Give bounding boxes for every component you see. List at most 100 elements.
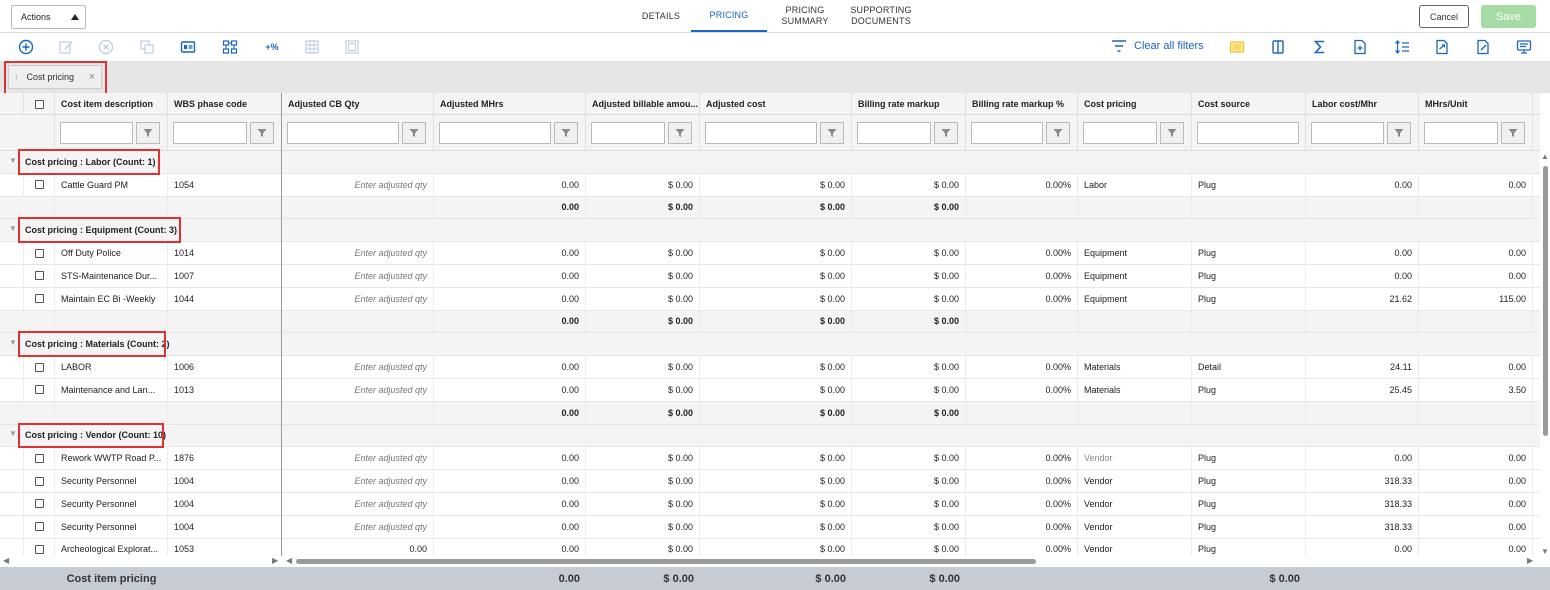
sort-list-icon[interactable] xyxy=(1394,39,1410,55)
vertical-scrollbar[interactable]: ▲ ▼ xyxy=(1540,152,1550,556)
clear-all-filters-button[interactable]: Clear all filters xyxy=(1111,39,1204,53)
filter-funnel-icon[interactable] xyxy=(1387,122,1411,144)
scroll-left-main-icon[interactable]: ◀ xyxy=(286,556,292,565)
column-header-wbs-phase-code[interactable]: WBS phase code xyxy=(168,93,282,115)
row-checkbox[interactable] xyxy=(34,180,44,190)
row-checkbox[interactable] xyxy=(34,453,44,463)
card-view-icon[interactable] xyxy=(180,39,196,55)
cell-adjusted-cb-qty[interactable]: Enter adjusted qty xyxy=(282,447,434,470)
filter-funnel-icon[interactable] xyxy=(554,122,578,144)
collapse-triangle-icon[interactable]: ▼ xyxy=(9,429,17,438)
add-document-icon[interactable] xyxy=(1352,39,1368,55)
close-icon[interactable]: × xyxy=(89,71,95,83)
column-header-billing-rate-markup[interactable]: Billing rate markup xyxy=(852,93,966,115)
filter-funnel-icon[interactable] xyxy=(250,122,274,144)
filter-funnel-icon[interactable] xyxy=(1160,122,1184,144)
column-header-billing-rate-markup[interactable]: Billing rate markup % xyxy=(966,93,1078,115)
row-checkbox[interactable] xyxy=(34,294,44,304)
select-all-checkbox[interactable] xyxy=(34,99,44,109)
highlight-list-icon[interactable] xyxy=(1229,39,1245,55)
image-frame-icon[interactable] xyxy=(344,39,360,55)
filter-input-adjusted-cb-qty[interactable] xyxy=(287,122,399,144)
columns-icon[interactable] xyxy=(1270,39,1286,55)
scroll-up-icon[interactable]: ▲ xyxy=(1541,152,1549,161)
tab-details[interactable]: DETAILS xyxy=(631,0,691,32)
table-row[interactable]: Security Personnel 1004 Enter adjusted qty… xyxy=(0,470,1540,493)
row-checkbox[interactable] xyxy=(34,544,44,554)
copy-icon[interactable] xyxy=(139,39,155,55)
horizontal-scrollbar[interactable]: ◀ ▶ ◀ ▶ xyxy=(0,556,1550,567)
cell-adjusted-cb-qty[interactable]: Enter adjusted qty xyxy=(282,470,434,492)
group-chip-cost-pricing[interactable]: ↑ Cost pricing × xyxy=(8,65,102,89)
filter-input-labor-cost-mhr[interactable] xyxy=(1311,122,1384,144)
sigma-icon[interactable] xyxy=(1312,39,1328,55)
filter-input-cost-pricing[interactable] xyxy=(1083,122,1157,144)
column-header-adjusted-cost[interactable]: Adjusted cost xyxy=(700,93,852,115)
edit-document-icon[interactable] xyxy=(1475,39,1491,55)
table-row[interactable]: Cattle Guard PM 1054 Enter adjusted qty 0.0… xyxy=(0,173,1540,197)
row-checkbox[interactable] xyxy=(34,385,44,395)
group-row[interactable]: ▼ Cost pricing : Equipment (Count: 3) xyxy=(0,219,1540,243)
column-header-cost-source[interactable]: Cost source xyxy=(1192,93,1306,115)
column-header-labor-cost-mhr[interactable]: Labor cost/Mhr xyxy=(1306,93,1419,115)
filter-funnel-icon[interactable] xyxy=(1046,122,1070,144)
export-document-icon[interactable] xyxy=(1434,39,1450,55)
table-row[interactable]: Off Duty Police 1014 Enter adjusted qty 0.0… xyxy=(0,242,1540,265)
row-checkbox[interactable] xyxy=(34,499,44,509)
actions-dropdown[interactable]: Actions xyxy=(11,5,86,29)
tab-supporting-documents[interactable]: SUPPORTING DOCUMENTS xyxy=(843,0,919,32)
save-button[interactable]: Save xyxy=(1481,5,1536,28)
percent-markup-icon[interactable]: +% xyxy=(263,39,281,55)
scroll-right-pinned-icon[interactable]: ▶ xyxy=(272,556,278,565)
row-checkbox[interactable] xyxy=(34,362,44,372)
table-row[interactable]: Security Personnel 1004 Enter adjusted qty… xyxy=(0,493,1540,516)
tab-pricing[interactable]: PRICING xyxy=(691,0,767,32)
filter-funnel-icon[interactable] xyxy=(668,122,692,144)
vertical-scroll-thumb[interactable] xyxy=(1543,166,1548,436)
table-row[interactable]: Rework WWTP Road P... 1876 Enter adjusted … xyxy=(0,447,1540,471)
table-row[interactable]: Maintain EC Bi -Weekly 1044 Enter adjusted… xyxy=(0,287,1540,311)
tab-pricing-summary[interactable]: PRICING SUMMARY xyxy=(767,0,843,32)
row-checkbox[interactable] xyxy=(34,522,44,532)
cell-adjusted-cb-qty[interactable]: 0.00 xyxy=(282,538,434,556)
table-icon[interactable] xyxy=(304,39,320,55)
collapse-triangle-icon[interactable]: ▼ xyxy=(9,338,17,347)
filter-input-adjusted-billable-amou[interactable] xyxy=(591,122,665,144)
scroll-down-icon[interactable]: ▼ xyxy=(1541,547,1549,556)
filter-funnel-icon[interactable] xyxy=(402,122,426,144)
filter-input-adjusted-mhrs[interactable] xyxy=(439,122,551,144)
horizontal-scroll-thumb[interactable] xyxy=(296,559,1036,564)
filter-funnel-icon[interactable] xyxy=(1501,122,1525,144)
filter-input-billing-rate-markup[interactable] xyxy=(971,122,1043,144)
column-header-adjusted-cb-qty[interactable]: Adjusted CB Qty xyxy=(282,93,434,115)
filter-input-adjusted-cost[interactable] xyxy=(705,122,817,144)
table-row[interactable]: STS-Maintenance Dur... 1007 Enter adjusted… xyxy=(0,265,1540,288)
column-header-cost-pricing[interactable]: Cost pricing xyxy=(1078,93,1192,115)
edit-icon[interactable] xyxy=(58,39,74,55)
hierarchy-icon[interactable] xyxy=(222,39,238,55)
collapse-triangle-icon[interactable]: ▼ xyxy=(9,224,17,233)
row-checkbox[interactable] xyxy=(34,476,44,486)
table-row[interactable]: Security Personnel 1004 Enter adjusted qty… xyxy=(0,515,1540,539)
cell-adjusted-cb-qty[interactable]: Enter adjusted qty xyxy=(282,356,434,378)
filter-input-billing-rate-markup[interactable] xyxy=(857,122,931,144)
cell-adjusted-cb-qty[interactable]: Enter adjusted qty xyxy=(282,242,434,264)
scroll-left-icon[interactable]: ◀ xyxy=(3,556,9,565)
group-row[interactable]: ▼ Cost pricing : Labor (Count: 1) xyxy=(0,151,1540,174)
table-row[interactable]: LABOR 1006 Enter adjusted qty 0.00 $ 0.00 $ 0… xyxy=(0,356,1540,379)
cell-adjusted-cb-qty[interactable]: Enter adjusted qty xyxy=(282,515,434,538)
group-row[interactable]: ▼ Cost pricing : Vendor (Count: 10) xyxy=(0,424,1540,448)
filter-input-cost-item-description[interactable] xyxy=(60,122,133,144)
cell-adjusted-cb-qty[interactable]: Enter adjusted qty xyxy=(282,173,434,196)
column-header-adjusted-billable-amou[interactable]: Adjusted billable amou... xyxy=(586,93,700,115)
filter-funnel-icon[interactable] xyxy=(136,122,160,144)
cell-adjusted-cb-qty[interactable]: Enter adjusted qty xyxy=(282,379,434,401)
cell-adjusted-cb-qty[interactable]: Enter adjusted qty xyxy=(282,493,434,515)
column-header-mhrs-unit[interactable]: MHrs/Unit xyxy=(1419,93,1533,115)
filter-input-wbs-phase-code[interactable] xyxy=(173,122,247,144)
add-icon[interactable] xyxy=(18,39,34,55)
monitor-icon[interactable] xyxy=(1516,39,1532,55)
filter-funnel-icon[interactable] xyxy=(934,122,958,144)
group-row[interactable]: ▼ Cost pricing : Materials (Count: 2) xyxy=(0,333,1540,357)
filter-input-mhrs-unit[interactable] xyxy=(1424,122,1498,144)
